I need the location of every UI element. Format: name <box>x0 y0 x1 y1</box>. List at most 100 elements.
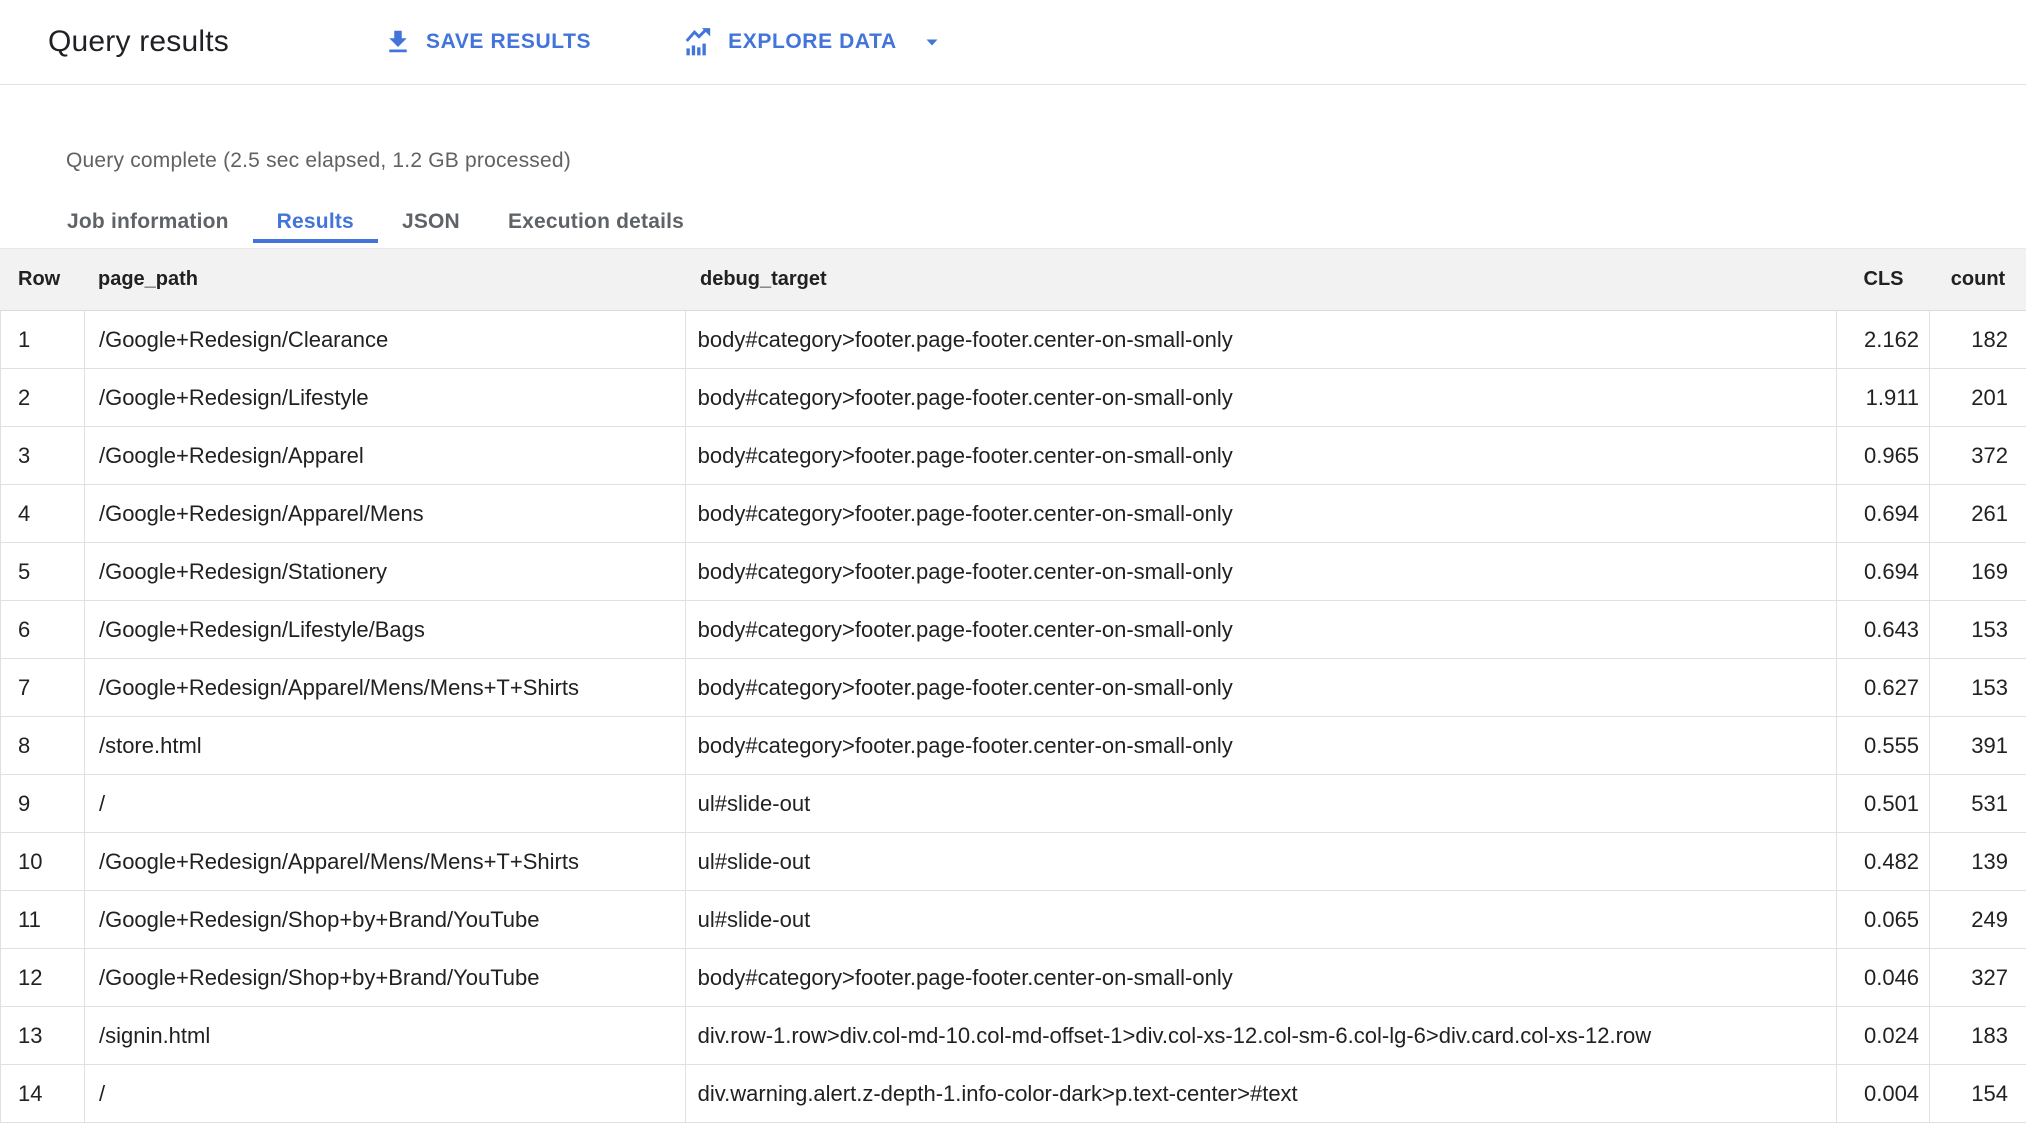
cell-page_path: /Google+Redesign/Apparel/Mens <box>85 485 686 542</box>
column-header-cls: CLS <box>1863 268 1904 290</box>
cell-page_path: /Google+Redesign/Apparel/Mens/Mens+T+Shi… <box>85 833 686 890</box>
cell-count: 153 <box>1971 674 2008 700</box>
cell-debug_target: body#category>footer.page-footer.center-… <box>686 311 1838 368</box>
table-row: 4/Google+Redesign/Apparel/Mens body#categ… <box>1 485 2026 543</box>
cell-count: 261 <box>1971 500 2008 526</box>
table-header-row: Row page_path debug_target CLS count <box>0 248 2026 311</box>
cell-count: 201 <box>1971 384 2008 410</box>
cell-row: 3 <box>1 427 85 484</box>
table-row: 5/Google+Redesign/Stationery body#categor… <box>1 543 2026 601</box>
table-row: 10/Google+Redesign/Apparel/Mens/Mens+T+S… <box>1 833 2026 891</box>
cell-cls: 0.065 <box>1837 891 1931 948</box>
caret-down-icon <box>920 30 944 54</box>
save-results-button[interactable]: SAVE RESULTS <box>383 27 591 57</box>
cell-row: 2 <box>1 369 85 426</box>
cell-count: 183 <box>1971 1022 2008 1048</box>
cell-cls: 0.555 <box>1837 717 1931 774</box>
cell-debug_target: div.row-1.row>div.col-md-10.col-md-offse… <box>686 1007 1838 1064</box>
column-header-debug_target: debug_target <box>700 268 827 290</box>
cell-row: 10 <box>1 833 85 890</box>
cell-debug_target: body#category>footer.page-footer.center-… <box>686 949 1838 1006</box>
query-status-text: Query complete (2.5 sec elapsed, 1.2 GB … <box>66 149 571 172</box>
cell-row: 7 <box>1 659 85 716</box>
cell-row: 8 <box>1 717 85 774</box>
cell-debug_target: div.warning.alert.z-depth-1.info-color-d… <box>686 1065 1838 1122</box>
download-icon <box>383 27 413 57</box>
explore-data-button[interactable]: EXPLORE DATA <box>683 26 944 58</box>
cell-page_path: /Google+Redesign/Shop+by+Brand/YouTube <box>85 891 686 948</box>
cell-page_path: /signin.html <box>85 1007 686 1064</box>
explore-chart-icon <box>683 26 715 58</box>
tab-results[interactable]: Results <box>252 204 378 243</box>
cell-cls: 0.024 <box>1837 1007 1931 1064</box>
cell-cls: 0.643 <box>1837 601 1931 658</box>
table-row: 9/ul#slide-out 0.501 531 <box>1 775 2026 833</box>
cell-debug_target: body#category>footer.page-footer.center-… <box>686 717 1838 774</box>
cell-cls: 0.965 <box>1837 427 1931 484</box>
column-header-row: Row <box>18 268 61 290</box>
cell-row: 9 <box>1 775 85 832</box>
cell-count: 249 <box>1971 906 2008 932</box>
cell-page_path: / <box>85 775 686 832</box>
cell-debug_target: body#category>footer.page-footer.center-… <box>686 427 1838 484</box>
page-title: Query results <box>48 25 229 58</box>
cell-debug_target: ul#slide-out <box>686 891 1838 948</box>
tab-json[interactable]: JSON <box>378 204 484 243</box>
cell-page_path: /Google+Redesign/Lifestyle/Bags <box>85 601 686 658</box>
cell-row: 13 <box>1 1007 85 1064</box>
cell-count: 153 <box>1971 616 2008 642</box>
table-body: 1/Google+Redesign/Clearance body#category… <box>0 311 2026 1123</box>
cell-count: 139 <box>1971 848 2008 874</box>
column-header-page_path: page_path <box>98 268 199 290</box>
cell-page_path: /Google+Redesign/Shop+by+Brand/YouTube <box>85 949 686 1006</box>
cell-count: 154 <box>1971 1080 2008 1106</box>
cell-cls: 0.627 <box>1837 659 1931 716</box>
cell-row: 4 <box>1 485 85 542</box>
cell-cls: 0.501 <box>1837 775 1931 832</box>
cell-row: 11 <box>1 891 85 948</box>
cell-cls: 0.046 <box>1837 949 1931 1006</box>
table-row: 12/Google+Redesign/Shop+by+Brand/YouTube… <box>1 949 2026 1007</box>
cell-page_path: /Google+Redesign/Clearance <box>85 311 686 368</box>
results-table: Row page_path debug_target CLS count 1/Googl… <box>0 248 2026 1123</box>
save-results-label: SAVE RESULTS <box>426 30 592 53</box>
cell-page_path: /Google+Redesign/Stationery <box>85 543 686 600</box>
cell-cls: 0.482 <box>1837 833 1931 890</box>
cell-cls: 0.004 <box>1837 1065 1931 1122</box>
cell-row: 1 <box>1 311 85 368</box>
cell-debug_target: ul#slide-out <box>686 775 1838 832</box>
cell-page_path: /Google+Redesign/Lifestyle <box>85 369 686 426</box>
table-row: 6/Google+Redesign/Lifestyle/Bags body#cat… <box>1 601 2026 659</box>
cell-debug_target: ul#slide-out <box>686 833 1838 890</box>
cell-page_path: /Google+Redesign/Apparel <box>85 427 686 484</box>
cell-cls: 0.694 <box>1837 543 1931 600</box>
cell-count: 182 <box>1971 326 2008 352</box>
cell-debug_target: body#category>footer.page-footer.center-… <box>686 369 1838 426</box>
column-header-count: count <box>1950 268 2006 290</box>
cell-count: 372 <box>1971 442 2008 468</box>
table-row: 7/Google+Redesign/Apparel/Mens/Mens+T+Sh… <box>1 659 2026 717</box>
cell-page_path: /store.html <box>85 717 686 774</box>
table-row: 8/store.html body#category>footer.page-fo… <box>1 717 2026 775</box>
cell-row: 12 <box>1 949 85 1006</box>
cell-count: 391 <box>1971 732 2008 758</box>
tab-execution-details[interactable]: Execution details <box>484 204 708 243</box>
cell-page_path: / <box>85 1065 686 1122</box>
cell-debug_target: body#category>footer.page-footer.center-… <box>686 601 1838 658</box>
table-row: 11/Google+Redesign/Shop+by+Brand/YouTube… <box>1 891 2026 949</box>
cell-debug_target: body#category>footer.page-footer.center-… <box>686 485 1838 542</box>
query-results-header: Query results SAVE RESULTS EXPLORE DATA <box>0 0 2026 85</box>
tab-job-information[interactable]: Job information <box>43 204 253 243</box>
cell-row: 6 <box>1 601 85 658</box>
cell-row: 5 <box>1 543 85 600</box>
table-row: 2/Google+Redesign/Lifestyle body#category… <box>1 369 2026 427</box>
cell-debug_target: body#category>footer.page-footer.center-… <box>686 543 1838 600</box>
results-tab-bar: Job information Results JSON Execution deta… <box>43 204 2026 243</box>
cell-count: 327 <box>1971 964 2008 990</box>
cell-count: 169 <box>1971 558 2008 584</box>
cell-cls: 0.694 <box>1837 485 1931 542</box>
table-row: 13/signin.html div.row-1.row>div.col-md-1… <box>1 1007 2026 1065</box>
cell-row: 14 <box>1 1065 85 1122</box>
cell-cls: 1.911 <box>1837 369 1931 426</box>
cell-page_path: /Google+Redesign/Apparel/Mens/Mens+T+Shi… <box>85 659 686 716</box>
